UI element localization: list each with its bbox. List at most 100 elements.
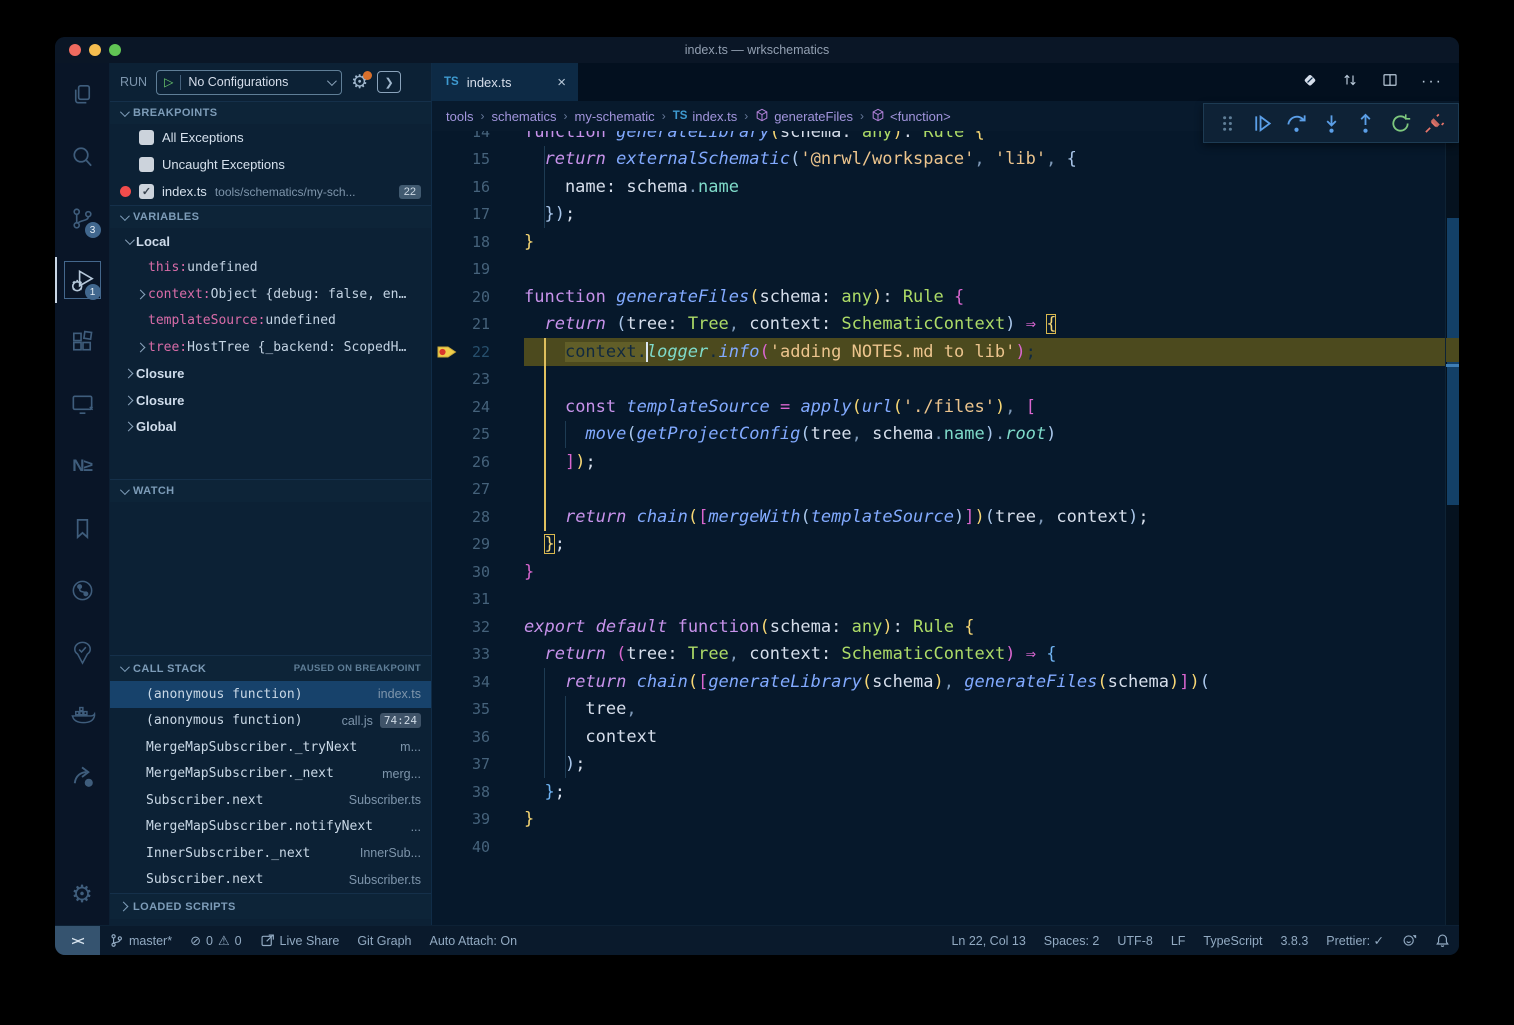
- restart-icon[interactable]: [1389, 112, 1412, 135]
- sidebar-item-settings[interactable]: ⚙: [55, 863, 110, 925]
- status-item-liveshare[interactable]: Live Share: [251, 926, 349, 955]
- gutter[interactable]: 18: [432, 228, 524, 256]
- status-item-typescript[interactable]: TypeScript: [1194, 926, 1271, 955]
- sidebar-item-explorer[interactable]: [55, 63, 110, 125]
- call-stack-frame[interactable]: MergeMapSubscriber._tryNextm...: [110, 734, 431, 761]
- gutter[interactable]: 34: [432, 668, 524, 696]
- variable-row[interactable]: context: Object {debug: false, en…: [110, 281, 431, 308]
- open-changes-icon[interactable]: [1301, 71, 1319, 94]
- status-item-lf[interactable]: LF: [1162, 926, 1195, 955]
- more-actions-icon[interactable]: ···: [1421, 73, 1443, 91]
- call-stack-frame[interactable]: InnerSubscriber._nextInnerSub...: [110, 840, 431, 867]
- gutter[interactable]: 23: [432, 366, 524, 394]
- checkbox-checked[interactable]: ✓: [139, 184, 154, 199]
- gutter[interactable]: 38: [432, 778, 524, 806]
- disconnect-icon[interactable]: [1423, 112, 1446, 135]
- variables-section-header[interactable]: VARIABLES: [110, 205, 431, 228]
- code-line[interactable]: 25 move(getProjectConfig(tree, schema.na…: [432, 421, 1459, 449]
- sidebar-item-remote-explorer[interactable]: [55, 373, 110, 435]
- gutter[interactable]: 25: [432, 421, 524, 449]
- gutter[interactable]: 16: [432, 173, 524, 201]
- breadcrumb-item[interactable]: tools: [446, 109, 473, 124]
- gutter[interactable]: 31: [432, 586, 524, 614]
- breakpoint-row[interactable]: ✓index.tstools/schematics/my-sch...22: [110, 178, 431, 205]
- gutter[interactable]: 39: [432, 806, 524, 834]
- grip-icon[interactable]: [1216, 112, 1239, 135]
- variables-scope-row[interactable]: Closure: [110, 387, 431, 414]
- close-tab-icon[interactable]: ×: [557, 74, 566, 91]
- watch-section-header[interactable]: WATCH: [110, 479, 431, 502]
- call-stack-frame[interactable]: Subscriber.nextSubscriber.ts: [110, 867, 431, 894]
- start-debug-icon[interactable]: ▷: [164, 75, 173, 89]
- remote-indicator[interactable]: ><: [55, 926, 100, 955]
- gutter[interactable]: 36: [432, 723, 524, 751]
- checkbox-unchecked[interactable]: [139, 130, 154, 145]
- configure-gear-button[interactable]: ⚙: [351, 73, 368, 92]
- sidebar-item-docker[interactable]: [55, 683, 110, 745]
- status-item-ln-22-col-13[interactable]: Ln 22, Col 13: [942, 926, 1034, 955]
- close-window-button[interactable]: [69, 44, 81, 56]
- code-line[interactable]: 32export default function(schema: any): …: [432, 613, 1459, 641]
- gutter[interactable]: 20: [432, 283, 524, 311]
- code-line[interactable]: 15 return externalSchematic('@nrwl/works…: [432, 146, 1459, 174]
- variables-scope-row[interactable]: Closure: [110, 361, 431, 388]
- compare-branches-icon[interactable]: [1341, 71, 1359, 94]
- gutter[interactable]: 32: [432, 613, 524, 641]
- sidebar-item-nx-console[interactable]: N≥: [55, 435, 110, 497]
- minimize-window-button[interactable]: [89, 44, 101, 56]
- editor-scrollbar[interactable]: [1445, 131, 1459, 925]
- split-editor-icon[interactable]: [1381, 71, 1399, 94]
- variable-row[interactable]: tree: HostTree {_backend: ScopedH…: [110, 334, 431, 361]
- breadcrumb-item[interactable]: schematics: [491, 109, 556, 124]
- debug-console-button[interactable]: ❯: [377, 71, 401, 93]
- sidebar-item-gitlens[interactable]: [55, 559, 110, 621]
- breakpoint-row[interactable]: All Exceptions: [110, 124, 431, 151]
- code-line[interactable]: 17 });: [432, 201, 1459, 229]
- code-line[interactable]: 33 return (tree: Tree, context: Schemati…: [432, 641, 1459, 669]
- sidebar-item-run-debug[interactable]: 1: [55, 249, 110, 311]
- breadcrumb-item[interactable]: <function>: [871, 108, 951, 125]
- code-line[interactable]: 22 context.logger.info('adding NOTES.md …: [432, 338, 1459, 366]
- code-line[interactable]: 24 const templateSource = apply(url('./f…: [432, 393, 1459, 421]
- gutter[interactable]: 29: [432, 531, 524, 559]
- variables-scope-row[interactable]: Global: [110, 414, 431, 441]
- code-line[interactable]: 38 };: [432, 778, 1459, 806]
- sidebar-item-bookmarks[interactable]: [55, 497, 110, 559]
- call-stack-frame[interactable]: MergeMapSubscriber.notifyNext...: [110, 814, 431, 841]
- zoom-window-button[interactable]: [109, 44, 121, 56]
- gutter[interactable]: 26: [432, 448, 524, 476]
- status-item-spaces-2[interactable]: Spaces: 2: [1035, 926, 1109, 955]
- code-line[interactable]: 28 return chain([mergeWith(templateSourc…: [432, 503, 1459, 531]
- status-item-3-8-3[interactable]: 3.8.3: [1271, 926, 1317, 955]
- code-editor[interactable]: 14function generateLibrary(schema: any):…: [432, 131, 1459, 925]
- breadcrumb-item[interactable]: generateFiles: [755, 108, 853, 125]
- code-line[interactable]: 20function generateFiles(schema: any): R…: [432, 283, 1459, 311]
- launch-config-dropdown[interactable]: ▷ No Configurations: [156, 70, 342, 95]
- sidebar-item-extensions[interactable]: [55, 311, 110, 373]
- code-line[interactable]: 26 ]);: [432, 448, 1459, 476]
- step-over-icon[interactable]: [1285, 112, 1308, 135]
- continue-icon[interactable]: [1250, 112, 1273, 135]
- status-item-auto-attach-on[interactable]: Auto Attach: On: [421, 926, 527, 955]
- call-stack-frame[interactable]: MergeMapSubscriber._nextmerg...: [110, 761, 431, 788]
- code-line[interactable]: 16 name: schema.name: [432, 173, 1459, 201]
- status-item-problems[interactable]: ⊘0⚠0: [181, 926, 250, 955]
- gutter[interactable]: 19: [432, 256, 524, 284]
- status-item-check[interactable]: Prettier: ✓: [1317, 926, 1393, 955]
- step-into-icon[interactable]: [1320, 112, 1343, 135]
- sidebar-item-source-control[interactable]: 3: [55, 187, 110, 249]
- code-line[interactable]: 18}: [432, 228, 1459, 256]
- call-stack-frame[interactable]: Subscriber.nextSubscriber.ts: [110, 787, 431, 814]
- status-item-git-graph[interactable]: Git Graph: [348, 926, 420, 955]
- gutter[interactable]: 21: [432, 311, 524, 339]
- tab-index-ts[interactable]: TS index.ts ×: [432, 63, 578, 101]
- status-item-utf-8[interactable]: UTF-8: [1108, 926, 1161, 955]
- gutter[interactable]: 28: [432, 503, 524, 531]
- gutter[interactable]: 40: [432, 833, 524, 861]
- notifications-bell-icon[interactable]: [1426, 926, 1459, 955]
- traffic-lights[interactable]: [69, 44, 121, 56]
- gutter[interactable]: 17: [432, 201, 524, 229]
- code-line[interactable]: 19: [432, 256, 1459, 284]
- gutter[interactable]: 35: [432, 696, 524, 724]
- gutter[interactable]: 37: [432, 751, 524, 779]
